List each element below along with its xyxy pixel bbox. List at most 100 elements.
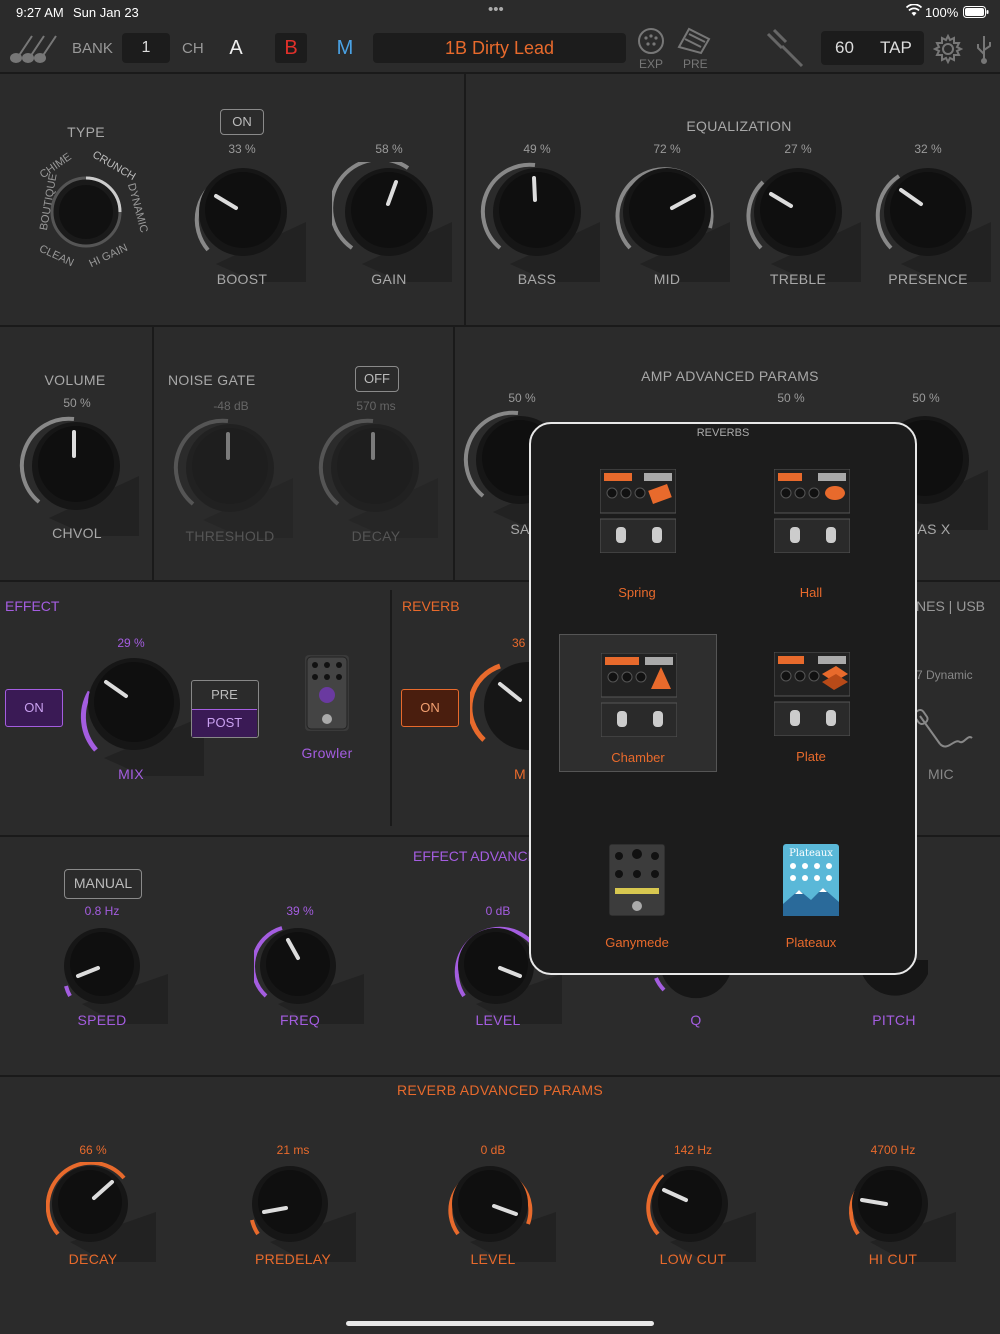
knob-label: LEVEL <box>470 1251 516 1267</box>
home-indicator[interactable] <box>346 1321 654 1326</box>
option-label: Hall <box>799 585 823 600</box>
divider <box>0 72 1000 74</box>
manual-button[interactable]: MANUAL <box>64 869 142 899</box>
reverb-mix-knob[interactable] <box>467 660 572 765</box>
eq-title: EQUALIZATION <box>686 118 792 134</box>
effect-pedal-name: Growler <box>301 745 353 761</box>
knob-label: BASS <box>517 271 557 287</box>
channel-m-button[interactable]: M <box>329 33 361 63</box>
threshold-knob[interactable] <box>173 418 293 543</box>
knob-label: CHVOL <box>52 525 102 541</box>
mic-type-label: 7 Dynamic <box>916 668 973 682</box>
amp-adv-title: AMP ADVANCED PARAMS <box>641 368 819 384</box>
bank-selector[interactable]: 1 <box>122 33 170 63</box>
microphone-icon[interactable] <box>913 708 974 759</box>
option-label: Spring <box>618 585 656 600</box>
knob-value: 50 % <box>508 391 536 405</box>
status-date: Sun Jan 23 <box>73 5 139 20</box>
knob-value: 50 % <box>912 391 940 405</box>
knob-value: 29 % <box>117 636 145 650</box>
reverb-option-ganymede[interactable]: Ganymede <box>559 814 715 950</box>
knob-label: AS X <box>917 521 951 537</box>
multitask-dots[interactable]: ••• <box>488 1 504 18</box>
knob-value: 50 % <box>63 396 91 410</box>
noise-gate-toggle[interactable]: OFF <box>355 366 399 392</box>
option-label: Plate <box>796 749 826 764</box>
effect-on-toggle[interactable]: ON <box>5 689 63 727</box>
bank-label: BANK <box>72 40 113 57</box>
spring-pedal-icon <box>599 468 677 558</box>
knob-value: 4700 Hz <box>870 1143 916 1157</box>
divider <box>0 1075 1000 1077</box>
settings-gear-icon[interactable] <box>932 33 964 69</box>
knob-value: 21 ms <box>276 1143 310 1157</box>
tempo-value[interactable]: 60 <box>835 38 854 58</box>
reverb-option-chamber[interactable]: Chamber <box>559 634 717 772</box>
reverb-option-plateaux[interactable]: Plateaux Plateaux <box>733 814 889 950</box>
exp-pedal-icon[interactable] <box>636 26 666 61</box>
knob-label: TREBLE <box>769 271 827 287</box>
knob-value: 66 % <box>79 1143 107 1157</box>
knob-value: 39 % <box>286 904 314 918</box>
plate-pedal-icon <box>773 651 851 741</box>
knob-value: 58 % <box>375 142 403 156</box>
knob-value: -48 dB <box>213 399 249 413</box>
knob-label: M <box>514 766 526 782</box>
tap-button[interactable]: TAP <box>880 38 912 58</box>
decay-gate-knob[interactable] <box>318 418 438 543</box>
battery-icon <box>963 6 989 21</box>
chamber-pedal-icon <box>600 652 678 742</box>
knob-value: 0 dB <box>480 1143 506 1157</box>
type-label: TYPE <box>67 124 105 140</box>
option-label: Plateaux <box>785 935 837 950</box>
treble-knob[interactable] <box>741 162 861 287</box>
knob-value: 27 % <box>784 142 812 156</box>
pre-option[interactable]: PRE <box>192 681 257 708</box>
reverb-option-hall[interactable]: Hall <box>733 464 889 600</box>
effect-mix-knob[interactable] <box>74 656 204 781</box>
tuner-fork-icon[interactable] <box>764 28 806 73</box>
status-bar: 9:27 AM Sun Jan 23 ••• 100% <box>0 0 1000 24</box>
svg-text:Plateaux: Plateaux <box>789 848 833 859</box>
knob-label: SPEED <box>77 1012 127 1028</box>
knob-value: 142 Hz <box>673 1143 713 1157</box>
chvol-knob[interactable] <box>19 416 139 541</box>
wifi-icon <box>905 3 923 20</box>
knob-value: 0.8 Hz <box>84 904 120 918</box>
knob-value: 49 % <box>523 142 551 156</box>
knob-label: HI CUT <box>868 1251 918 1267</box>
reverb-on-toggle[interactable]: ON <box>401 689 459 727</box>
boost-on-toggle[interactable]: ON <box>220 109 264 135</box>
gain-knob[interactable] <box>329 157 452 287</box>
tempo-box: 60 TAP <box>821 31 924 65</box>
noise-gate-title: NOISE GATE <box>168 372 256 388</box>
battery-percent: 100% <box>925 5 959 20</box>
popup-title: REVERBS <box>696 427 750 439</box>
growler-pedal-icon[interactable] <box>305 655 349 731</box>
post-option[interactable]: POST <box>192 709 257 737</box>
guitars-icon[interactable] <box>8 32 60 69</box>
top-toolbar: BANK 1 CH A B M 1B Dirty Lead EXP PRE 60… <box>0 24 1000 72</box>
divider <box>0 325 1000 327</box>
knob-label: MIX <box>118 766 144 782</box>
reverb-option-plate[interactable]: Plate <box>733 634 889 770</box>
knob-label: PREDELAY <box>254 1251 332 1267</box>
knob-label: BOOST <box>216 271 268 287</box>
channel-a-button[interactable]: A <box>220 33 252 63</box>
preset-name[interactable]: 1B Dirty Lead <box>373 33 626 63</box>
amp-type-selector[interactable]: BOUTIQUE CHIME CRUNCH DYNAMIC HI GAIN CL… <box>24 149 150 274</box>
knob-value: 32 % <box>914 142 942 156</box>
knob-label: LOW CUT <box>659 1251 727 1267</box>
knob-value: 570 ms <box>356 399 396 413</box>
divider <box>390 590 392 826</box>
bass-knob[interactable] <box>480 162 600 287</box>
reverb-option-spring[interactable]: Spring <box>559 464 715 600</box>
knob-label: MID <box>653 271 681 287</box>
mid-knob[interactable] <box>610 162 730 287</box>
knob-label: PRESENCE <box>888 271 968 287</box>
input-source-header: NES | USB <box>916 598 985 614</box>
boost-knob[interactable] <box>186 162 306 287</box>
channel-b-button[interactable]: B <box>275 33 307 63</box>
presence-knob[interactable] <box>871 162 991 287</box>
option-label: Ganymede <box>605 935 669 950</box>
